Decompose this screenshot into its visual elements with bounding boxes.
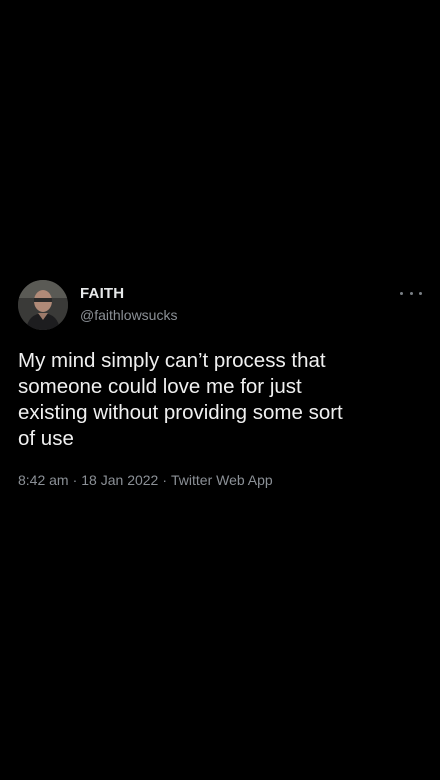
tweet-header: FAITH @faithlowsucks [18,280,422,332]
tweet-source[interactable]: Twitter Web App [171,472,273,488]
author-names: FAITH @faithlowsucks [80,284,177,324]
meta-separator: · [162,472,168,488]
more-dot [409,291,413,295]
more-dot [400,291,403,295]
tweet-meta: 8:42 am · 18 Jan 2022 · Twitter Web App [18,470,422,490]
profile-photo-icon [18,280,68,330]
avatar[interactable] [18,280,68,330]
more-horizontal-icon[interactable] [400,286,422,300]
display-name[interactable]: FAITH [80,284,177,304]
more-dot [419,291,422,295]
tweet-date[interactable]: 18 Jan 2022 [81,472,158,488]
tweet-text: My mind simply can’t process that someon… [18,349,343,450]
tweet-time[interactable]: 8:42 am [18,472,69,488]
user-handle[interactable]: @faithlowsucks [80,306,177,324]
tweet: FAITH @faithlowsucks My mind simply can’… [18,280,422,490]
meta-separator: · [72,472,78,488]
